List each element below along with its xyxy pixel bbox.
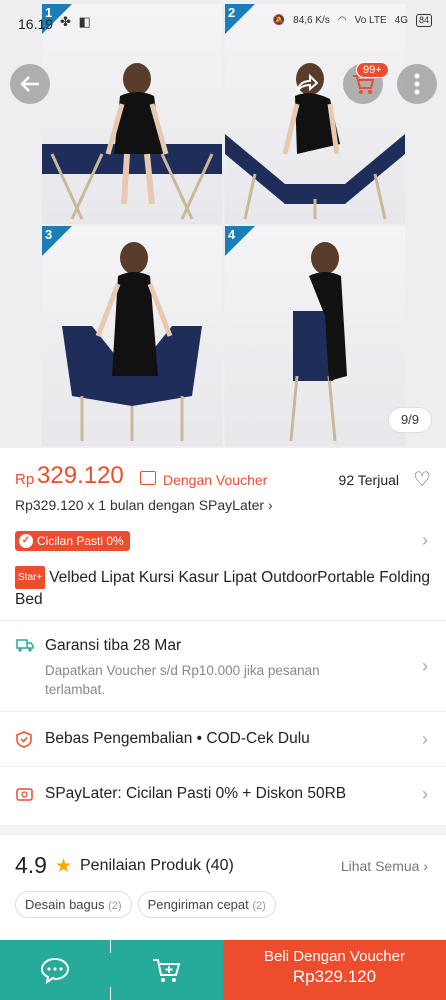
- divider: [0, 620, 446, 621]
- divider: [0, 766, 446, 767]
- voucher-icon: [140, 471, 156, 485]
- product-photo-4: 4: [225, 226, 405, 446]
- mute-icon: 🔕: [272, 15, 286, 26]
- shield-icon: [16, 731, 32, 752]
- status-app-icons: ✤ ◧: [60, 14, 93, 29]
- guarantee-subtitle: Dapatkan Voucher s/d Rp10.000 jika pesan…: [45, 663, 320, 697]
- arrow-left-icon: [20, 76, 39, 92]
- voucher-label: Dengan Voucher: [163, 472, 268, 488]
- price-row: Rp 329.120 Dengan Voucher 92 Terjual ♡: [15, 462, 433, 492]
- chat-icon: [40, 957, 70, 984]
- add-to-cart-button[interactable]: [111, 940, 223, 1000]
- share-icon: [296, 73, 318, 92]
- star-plus-badge: Star+: [15, 566, 46, 589]
- product-image-gallery[interactable]: 1 2 3 4 16.19 ✤ ◧ 🔕 84,6 K/s ◠ Vo LTE 4G…: [0, 0, 446, 448]
- status-time: 16.19: [18, 16, 54, 32]
- section-gap: [0, 825, 446, 835]
- guarantee-title: Garansi tiba 28 Mar: [45, 637, 182, 654]
- battery-icon: 84: [415, 14, 432, 27]
- spaylater-text: SPayLater: Cicilan Pasti 0% + Diskon 50R…: [45, 785, 347, 802]
- paylater-text: Rp329.120 x 1 bulan dengan SPayLater: [15, 497, 265, 513]
- add-cart-icon: [153, 959, 181, 982]
- rating-label: Penilaian Produk (40): [80, 857, 234, 874]
- chevron-right-icon: ›: [267, 497, 273, 513]
- price-currency: Rp: [15, 471, 35, 488]
- chevron-right-icon: ›: [422, 656, 428, 676]
- chat-button[interactable]: [0, 940, 110, 1000]
- chevron-right-icon: ›: [422, 729, 428, 749]
- sold-count: 92 Terjual: [338, 472, 399, 488]
- volte-label: Vo LTE: [354, 15, 387, 26]
- network-speed: 84,6 K/s: [293, 15, 330, 26]
- signal-label: 4G: [394, 15, 408, 26]
- rating-score: 4.9: [15, 852, 47, 878]
- review-tag[interactable]: Pengiriman cepat (2): [137, 891, 276, 918]
- share-button[interactable]: [286, 64, 326, 104]
- check-circle-icon: ✓: [19, 534, 33, 548]
- product-photo-3: 3: [42, 226, 222, 446]
- back-button[interactable]: [10, 64, 50, 104]
- review-tag[interactable]: Desain bagus (2): [15, 891, 132, 918]
- wifi-icon: ◠: [337, 15, 347, 26]
- favorite-heart-icon[interactable]: ♡: [413, 467, 431, 492]
- truck-icon: [16, 638, 34, 656]
- divider: [0, 711, 446, 712]
- chevron-right-icon: ›: [422, 784, 428, 804]
- buy-button-price: Rp329.120: [292, 967, 377, 986]
- product-title-text: Velbed Lipat Kursi Kasur Lipat OutdoorPo…: [15, 569, 431, 608]
- returns-text: Bebas Pengembalian • COD-Cek Dulu: [45, 730, 310, 747]
- cicilan-label: Cicilan Pasti 0%: [37, 534, 124, 548]
- bottom-action-bar: Beli Dengan Voucher Rp329.120: [0, 940, 446, 1000]
- cicilan-badge[interactable]: ✓ Cicilan Pasti 0%: [15, 531, 130, 551]
- paylater-link[interactable]: Rp329.120 x 1 bulan dengan SPayLater ›: [15, 497, 273, 513]
- product-price: 329.120: [37, 462, 124, 489]
- status-bar: 16.19 ✤ ◧ 🔕 84,6 K/s ◠ Vo LTE 4G 84: [0, 0, 446, 42]
- paylater-icon: [16, 786, 33, 806]
- image-counter: 9/9: [388, 407, 432, 433]
- product-title: Star+ Velbed Lipat Kursi Kasur Lipat Outd…: [15, 566, 435, 610]
- cod-text: COD-Cek Dulu: [206, 730, 310, 747]
- review-tags: Desain bagus (2) Pengiriman cepat (2): [15, 891, 276, 918]
- cart-count-badge: 99+: [356, 62, 389, 78]
- buy-button-label: Beli Dengan Voucher: [264, 948, 405, 965]
- rating-count: (40): [205, 857, 234, 874]
- see-all-link[interactable]: Lihat Semua ›: [341, 858, 428, 874]
- chevron-right-icon[interactable]: ›: [422, 530, 428, 551]
- buy-with-voucher-button[interactable]: Beli Dengan Voucher Rp329.120: [223, 940, 446, 1000]
- more-options-button[interactable]: [397, 64, 437, 104]
- more-vertical-icon: [414, 73, 420, 95]
- star-icon: ★: [55, 856, 73, 877]
